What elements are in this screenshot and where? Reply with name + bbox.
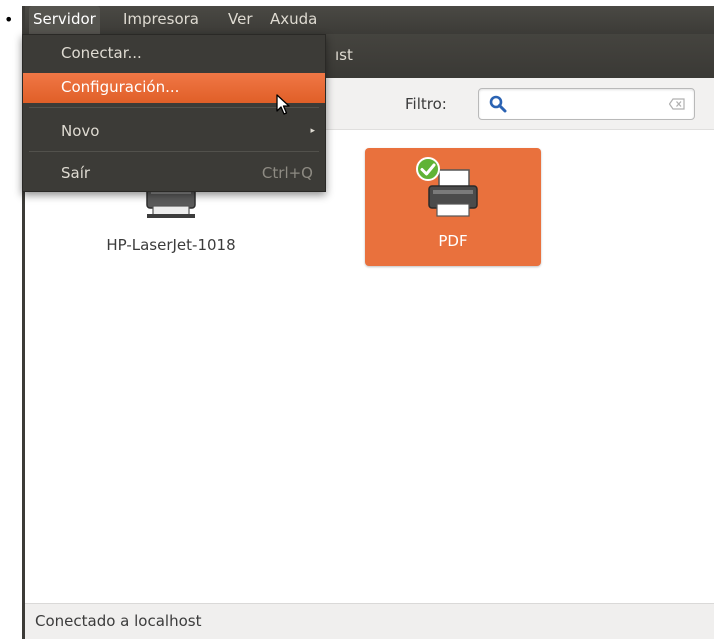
filter-label: Filtro: xyxy=(405,95,447,113)
menu-ver[interactable]: Ver xyxy=(224,6,257,34)
menu-item-conectar[interactable]: Conectar... xyxy=(23,39,325,69)
printer-item-pdf[interactable]: PDF xyxy=(365,148,541,266)
menu-shortcut: Ctrl+Q xyxy=(261,164,313,182)
menu-item-label: Conectar... xyxy=(61,44,142,62)
default-check-icon xyxy=(416,157,440,181)
clear-icon[interactable] xyxy=(669,98,685,110)
menu-item-novo[interactable]: Novo ▸ xyxy=(23,117,325,147)
search-icon xyxy=(489,95,507,113)
menu-item-label: Saír xyxy=(61,164,91,182)
menu-separator xyxy=(29,151,319,152)
printer-name: PDF xyxy=(438,232,468,250)
printer-name: HP-LaserJet-1018 xyxy=(106,236,236,254)
menu-servidor[interactable]: Servidor xyxy=(29,6,100,34)
list-bullet: • xyxy=(4,10,14,29)
menu-item-label: Novo xyxy=(61,122,100,140)
filter-field[interactable] xyxy=(478,88,695,120)
statusbar: Conectado a localhost xyxy=(25,603,714,639)
menu-item-sair[interactable]: Saír Ctrl+Q xyxy=(23,159,325,189)
submenu-arrow-icon: ▸ xyxy=(310,126,315,136)
filter-input[interactable] xyxy=(513,93,663,115)
menu-item-label: Configuración... xyxy=(61,78,180,96)
menu-axuda[interactable]: Axuda xyxy=(266,6,321,34)
menu-impresora[interactable]: Impresora xyxy=(119,6,203,34)
menubar: Servidor Impresora Ver Axuda xyxy=(25,6,714,34)
printer-list: HP-LaserJet-1018 PDF xyxy=(25,130,714,603)
status-text: Conectado a localhost xyxy=(35,612,202,630)
window-title-fragment: ıst xyxy=(335,46,353,64)
mouse-cursor-icon xyxy=(276,94,290,115)
